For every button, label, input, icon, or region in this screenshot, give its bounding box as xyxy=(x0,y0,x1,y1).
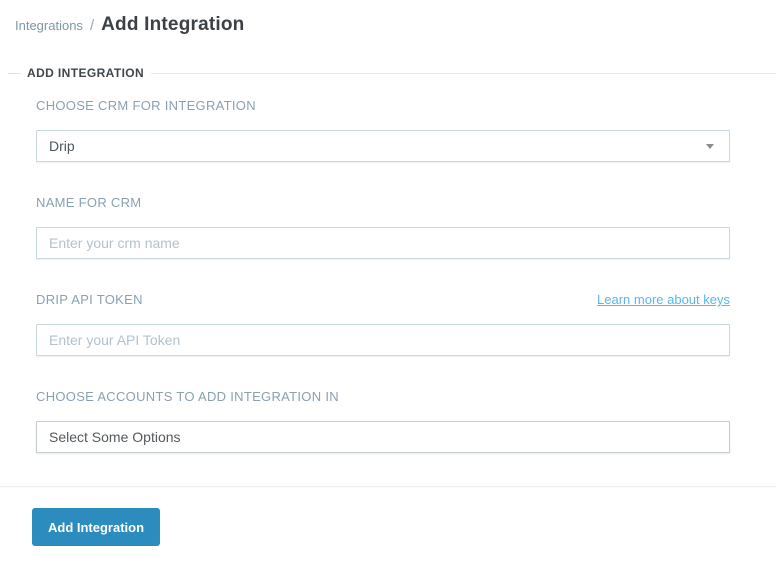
breadcrumb: Integrations / Add Integration xyxy=(0,0,776,36)
crm-name-label: NAME FOR CRM xyxy=(36,195,142,210)
legend-left-rule xyxy=(8,72,21,74)
crm-select-value: Drip xyxy=(49,138,75,154)
breadcrumb-separator: / xyxy=(89,17,95,34)
crm-select-dropdown[interactable]: Drip xyxy=(36,130,730,162)
chevron-down-icon xyxy=(706,143,714,149)
crm-name-input[interactable] xyxy=(36,227,730,259)
crm-select-group: CHOOSE CRM FOR INTEGRATION Drip xyxy=(36,98,730,162)
accounts-multiselect-placeholder: Select Some Options xyxy=(49,429,181,445)
breadcrumb-link-integrations[interactable]: Integrations xyxy=(15,18,83,33)
footer-divider xyxy=(0,486,776,487)
api-token-label-row: DRIP API TOKEN Learn more about keys xyxy=(36,292,730,307)
accounts-multiselect[interactable]: Select Some Options xyxy=(36,421,730,453)
page-title: Add Integration xyxy=(101,14,245,35)
learn-more-link[interactable]: Learn more about keys xyxy=(597,292,730,307)
crm-select-label: CHOOSE CRM FOR INTEGRATION xyxy=(36,98,256,113)
api-token-label: DRIP API TOKEN xyxy=(36,292,143,307)
accounts-label: CHOOSE ACCOUNTS TO ADD INTEGRATION IN xyxy=(36,389,339,404)
section-legend: ADD INTEGRATION xyxy=(27,66,145,80)
add-integration-button[interactable]: Add Integration xyxy=(32,508,161,546)
api-token-group: DRIP API TOKEN Learn more about keys xyxy=(36,292,730,356)
section-legend-row: ADD INTEGRATION xyxy=(0,65,776,81)
add-integration-page: Integrations / Add Integration ADD INTEG… xyxy=(0,0,776,584)
add-integration-form: CHOOSE CRM FOR INTEGRATION Drip NAME FOR… xyxy=(0,81,776,453)
crm-name-group: NAME FOR CRM xyxy=(36,195,730,259)
api-token-input[interactable] xyxy=(36,324,730,356)
accounts-group: CHOOSE ACCOUNTS TO ADD INTEGRATION IN Se… xyxy=(36,389,730,453)
legend-right-rule xyxy=(151,72,776,74)
